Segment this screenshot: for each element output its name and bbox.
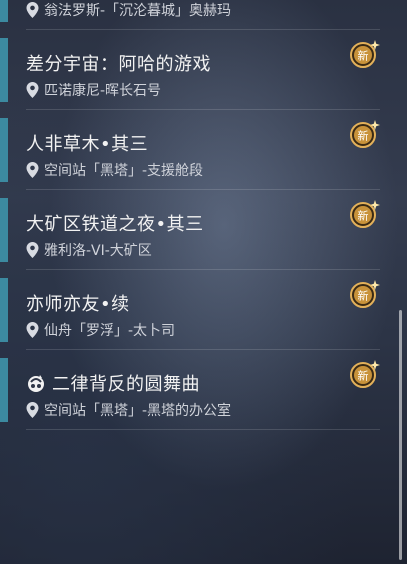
scrollbar[interactable] [399, 310, 402, 560]
quest-location: 翁法罗斯-「沉沦暮城」奥赫玛 [26, 0, 231, 20]
quest-location-text: 空间站「黑塔」-支援舱段 [44, 163, 204, 179]
quest-title: 人非草木•其三 [26, 134, 149, 155]
quest-item[interactable]: 差分宇宙：阿哈的游戏 匹诺康尼-晖长石号 新 [0, 30, 380, 110]
quest-item[interactable]: 大矿区铁道之夜•其三 雅利洛-VI-大矿区 新 [0, 190, 380, 270]
quest-title: 二律背反的圆舞曲 [26, 370, 200, 396]
new-badge-label: 新 [358, 209, 369, 223]
new-badge-label: 新 [358, 129, 369, 143]
quest-accent-bar [0, 38, 8, 102]
quest-item[interactable]: 二律背反的圆舞曲 空间站「黑塔」-黑塔的办公室 新 [0, 350, 380, 430]
quest-location-text: 匹诺康尼-晖长石号 [44, 83, 162, 99]
quest-location-text: 仙舟「罗浮」-太卜司 [44, 323, 176, 339]
new-badge-icon: 新 [350, 200, 380, 228]
quest-list: 翁法罗斯-「沉沦暮城」奥赫玛 差分宇宙：阿哈的游戏 匹诺康尼-晖长石号 新 人非… [0, 0, 407, 564]
quest-item[interactable]: 亦师亦友•续 仙舟「罗浮」-太卜司 新 [0, 270, 380, 350]
new-badge-label: 新 [358, 369, 369, 383]
quest-location: 匹诺康尼-晖长石号 [26, 80, 161, 100]
new-badge-icon: 新 [350, 280, 380, 308]
location-pin-icon [26, 82, 39, 98]
quest-item[interactable]: 人非草木•其三 空间站「黑塔」-支援舱段 新 [0, 110, 380, 190]
quest-location: 空间站「黑塔」-支援舱段 [26, 160, 203, 180]
location-pin-icon [26, 322, 39, 338]
quest-location: 雅利洛-VI-大矿区 [26, 240, 152, 260]
new-badge-icon: 新 [350, 40, 380, 68]
location-pin-icon [26, 162, 39, 178]
quest-accent-bar [0, 278, 8, 342]
new-badge-icon: 新 [350, 120, 380, 148]
quest-item[interactable]: 翁法罗斯-「沉沦暮城」奥赫玛 [0, 0, 380, 30]
quest-type-icon [28, 375, 44, 392]
location-pin-icon [26, 2, 39, 18]
location-pin-icon [26, 402, 39, 418]
quest-location-text: 雅利洛-VI-大矿区 [44, 243, 152, 259]
quest-accent-bar [0, 118, 8, 182]
new-badge-label: 新 [358, 289, 369, 303]
quest-accent-bar [0, 358, 8, 422]
quest-location-text: 空间站「黑塔」-黑塔的办公室 [44, 403, 232, 419]
new-badge-icon: 新 [350, 360, 380, 388]
quest-location: 仙舟「罗浮」-太卜司 [26, 320, 175, 340]
quest-title-text: 二律背反的圆舞曲 [52, 374, 200, 395]
quest-location: 空间站「黑塔」-黑塔的办公室 [26, 400, 231, 420]
quest-title: 亦师亦友•续 [26, 294, 130, 315]
quest-title: 大矿区铁道之夜•其三 [26, 214, 204, 235]
location-pin-icon [26, 242, 39, 258]
new-badge-label: 新 [358, 49, 369, 63]
quest-accent-bar [0, 0, 8, 22]
divider [26, 429, 380, 430]
quest-location-text: 翁法罗斯-「沉沦暮城」奥赫玛 [44, 3, 232, 19]
quest-title: 差分宇宙：阿哈的游戏 [26, 54, 211, 75]
quest-accent-bar [0, 198, 8, 262]
